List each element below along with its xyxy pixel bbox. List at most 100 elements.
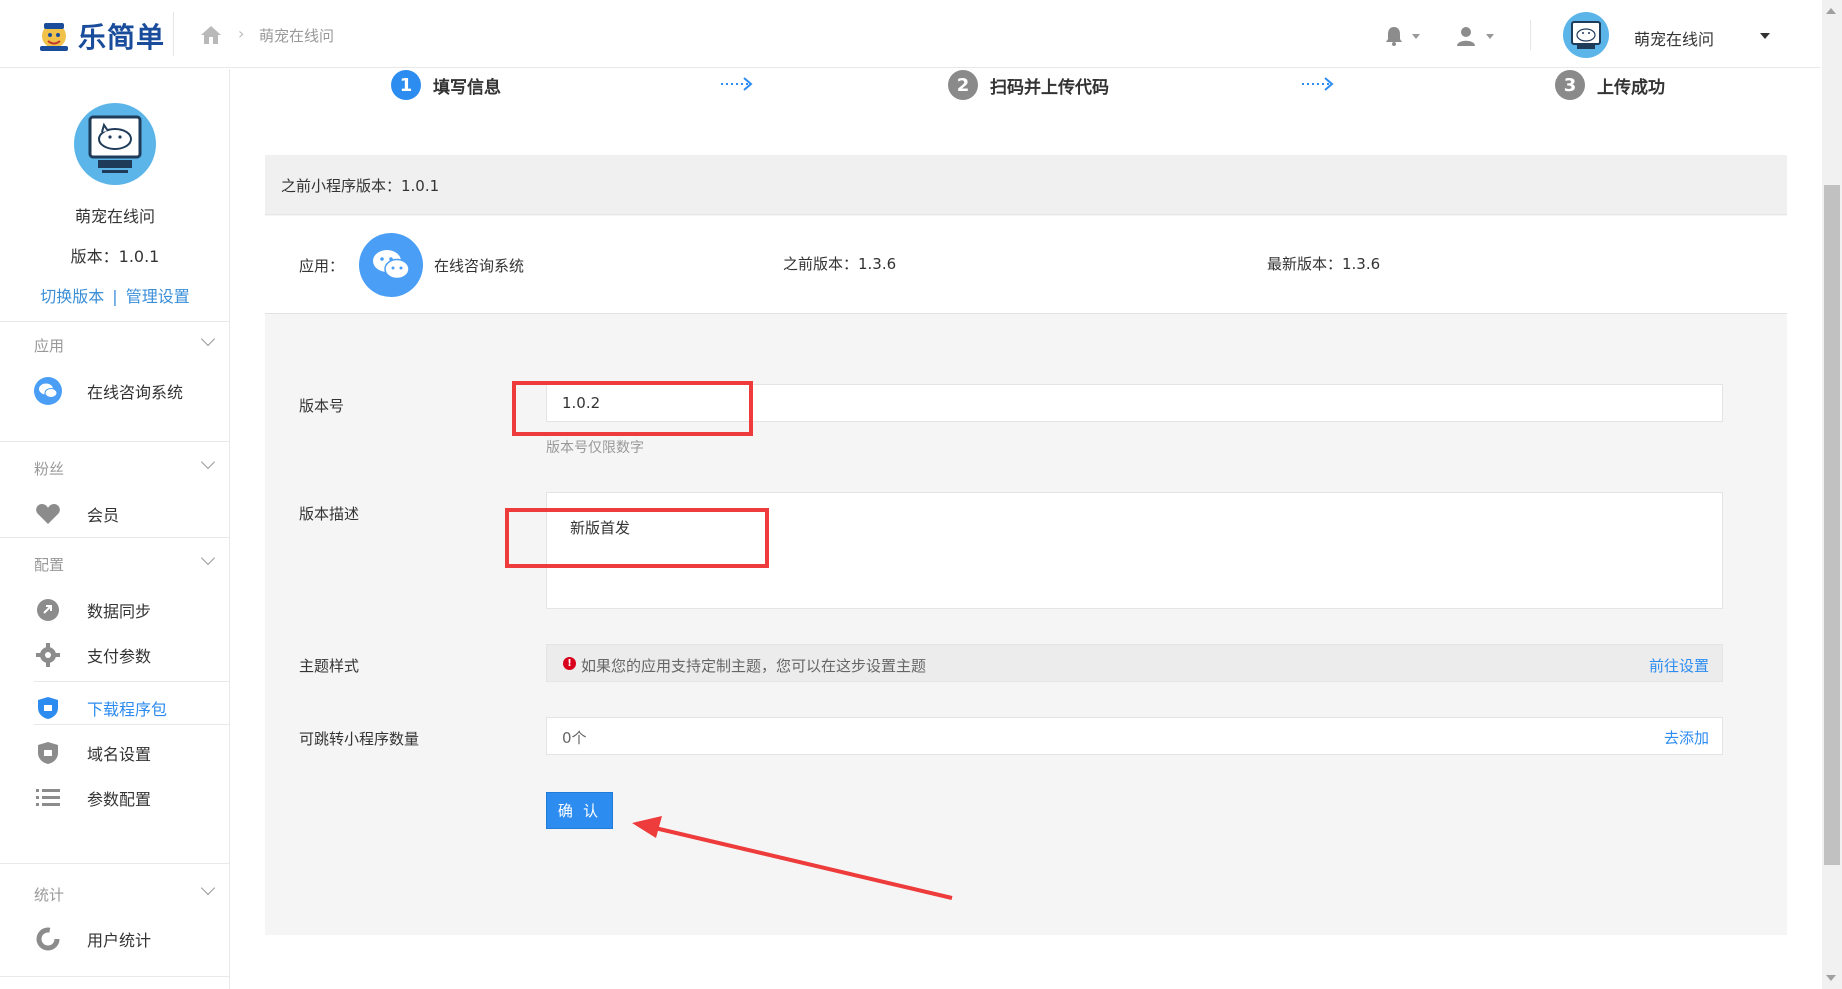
logo-text: 乐简单 bbox=[78, 21, 166, 54]
sidebar-item-user-stats[interactable]: 用户统计 bbox=[0, 917, 230, 961]
sidebar-section-stats: 统计 用户统计 bbox=[0, 863, 230, 989]
chevron-down-icon[interactable] bbox=[200, 454, 216, 470]
app-previous-version: 之前版本：1.3.6 bbox=[783, 255, 897, 273]
sidebar-item-label: 会员 bbox=[87, 506, 120, 525]
app-name: 在线咨询系统 bbox=[434, 257, 525, 275]
avatar bbox=[74, 103, 156, 185]
step-label: 填写信息 bbox=[433, 77, 501, 98]
jump-count-value: 0个 bbox=[562, 729, 587, 747]
sidebar-item-domain-settings[interactable]: 域名设置 bbox=[0, 731, 230, 775]
heart-icon bbox=[34, 500, 62, 528]
link-separator: | bbox=[112, 287, 118, 306]
profile-links: 切换版本 | 管理设置 bbox=[0, 283, 230, 307]
theme-notice: 如果您的应用支持定制主题，您可以在这步设置主题 bbox=[581, 657, 927, 675]
refresh-icon bbox=[34, 925, 62, 953]
step-label: 上传成功 bbox=[1597, 77, 1665, 98]
link-icon bbox=[34, 596, 62, 624]
section-title[interactable]: 应用 bbox=[34, 335, 64, 356]
breadcrumb-current: 萌宠在线问 bbox=[259, 27, 335, 45]
divider bbox=[1530, 20, 1531, 50]
brand-logo[interactable]: 乐简单 bbox=[36, 16, 165, 56]
sidebar-section-fans: 粉丝 会员 bbox=[0, 441, 230, 537]
scroll-down-icon[interactable] bbox=[1826, 975, 1836, 981]
cat-monitor-icon bbox=[1571, 21, 1601, 49]
wechat-icon bbox=[359, 233, 423, 297]
chevron-down-icon[interactable] bbox=[200, 880, 216, 896]
sidebar-item-label: 数据同步 bbox=[87, 602, 152, 621]
sidebar: 萌宠在线问 版本：1.0.1 切换版本 | 管理设置 应用 在线咨询系统 粉丝 会员… bbox=[0, 69, 230, 989]
sidebar-item-label: 在线咨询系统 bbox=[87, 383, 184, 402]
step-number: 2 bbox=[948, 70, 978, 100]
home-icon[interactable] bbox=[199, 24, 223, 46]
cat-monitor-icon bbox=[88, 115, 142, 173]
sidebar-item-members[interactable]: 会员 bbox=[0, 492, 230, 536]
section-title[interactable]: 统计 bbox=[34, 884, 64, 905]
version-hint: 版本号仅限数字 bbox=[546, 440, 644, 456]
version-label: 版本号 bbox=[299, 397, 345, 415]
sidebar-item-data-sync[interactable]: 数据同步 bbox=[0, 588, 230, 632]
step-3: 3 上传成功 bbox=[1555, 70, 1665, 100]
sidebar-item-payment-params[interactable]: 支付参数 bbox=[0, 633, 230, 677]
annotation-highlight-box bbox=[512, 381, 753, 436]
dotted-arrow-right-icon bbox=[721, 77, 753, 91]
divider bbox=[34, 724, 230, 725]
divider bbox=[173, 12, 174, 56]
sidebar-section-config: 配置 数据同步 支付参数 下载程序包 域名设置 参数配置 bbox=[0, 537, 230, 863]
previous-version-bar: 之前小程序版本：1.0.1 bbox=[265, 155, 1787, 215]
step-number: 1 bbox=[391, 70, 421, 100]
logo-mascot-icon bbox=[40, 23, 68, 51]
user-name[interactable]: 萌宠在线问 bbox=[1634, 26, 1714, 50]
confirm-button[interactable]: 确 认 bbox=[546, 792, 613, 829]
sidebar-section-app: 应用 在线咨询系统 bbox=[0, 321, 230, 441]
previous-mini-version: 之前小程序版本：1.0.1 bbox=[281, 177, 440, 195]
shield-icon bbox=[34, 694, 62, 722]
warning-icon: ! bbox=[563, 657, 576, 670]
wechat-icon bbox=[34, 377, 62, 405]
jump-count-field[interactable]: 0个 去添加 bbox=[546, 717, 1723, 755]
avatar[interactable] bbox=[1563, 12, 1609, 58]
top-bar: 乐简单 › 萌宠在线问 萌宠在线问 bbox=[0, 0, 1820, 68]
sidebar-item-label: 参数配置 bbox=[87, 790, 152, 809]
upload-form-panel: 之前小程序版本：1.0.1 应用： 在线咨询系统 之前版本：1.3.6 最新版本… bbox=[265, 155, 1787, 935]
go-settings-link[interactable]: 前往设置 bbox=[1649, 655, 1709, 676]
annotation-highlight-box bbox=[505, 508, 769, 568]
sidebar-item-label: 域名设置 bbox=[87, 745, 152, 764]
step-1: 1 填写信息 bbox=[391, 70, 501, 100]
bell-icon[interactable] bbox=[1384, 25, 1404, 47]
section-title[interactable]: 配置 bbox=[34, 554, 64, 575]
theme-notice-bar: ! 如果您的应用支持定制主题，您可以在这步设置主题 前往设置 bbox=[546, 644, 1723, 682]
sidebar-item-label: 下载程序包 bbox=[87, 700, 168, 719]
switch-version-link[interactable]: 切换版本 bbox=[40, 287, 104, 306]
sidebar-item-label: 用户统计 bbox=[87, 931, 152, 950]
description-label: 版本描述 bbox=[299, 505, 360, 523]
step-label: 扫码并上传代码 bbox=[990, 77, 1109, 98]
app-label: 应用： bbox=[299, 257, 345, 275]
dotted-arrow-right-icon bbox=[1302, 77, 1334, 91]
chevron-down-icon[interactable] bbox=[200, 550, 216, 566]
chevron-down-icon[interactable] bbox=[200, 331, 216, 347]
scrollbar-thumb[interactable] bbox=[1824, 185, 1840, 865]
chevron-down-icon[interactable] bbox=[1412, 34, 1420, 39]
divider bbox=[0, 976, 230, 977]
jump-count-label: 可跳转小程序数量 bbox=[299, 730, 420, 748]
step-2: 2 扫码并上传代码 bbox=[948, 70, 1109, 100]
divider bbox=[34, 681, 230, 682]
theme-label: 主题样式 bbox=[299, 657, 360, 675]
list-icon bbox=[34, 784, 62, 812]
section-title[interactable]: 粉丝 bbox=[34, 458, 64, 479]
user-menu-chevron-icon[interactable] bbox=[1760, 33, 1770, 39]
manage-settings-link[interactable]: 管理设置 bbox=[126, 287, 190, 306]
breadcrumb-separator-icon: › bbox=[238, 24, 245, 43]
step-number: 3 bbox=[1555, 70, 1585, 100]
sidebar-item-online-consult[interactable]: 在线咨询系统 bbox=[0, 369, 230, 413]
user-icon[interactable] bbox=[1456, 25, 1476, 47]
profile-version: 版本：1.0.1 bbox=[70, 247, 160, 266]
scroll-up-icon[interactable] bbox=[1826, 8, 1836, 14]
add-link[interactable]: 去添加 bbox=[1664, 727, 1709, 748]
sidebar-item-param-config[interactable]: 参数配置 bbox=[0, 776, 230, 820]
sidebar-item-label: 支付参数 bbox=[87, 647, 152, 666]
profile-name: 萌宠在线问 bbox=[74, 207, 155, 226]
app-latest-version: 最新版本：1.3.6 bbox=[1267, 255, 1381, 273]
chevron-down-icon[interactable] bbox=[1486, 34, 1494, 39]
app-info-row: 应用： 在线咨询系统 之前版本：1.3.6 最新版本：1.3.6 bbox=[265, 216, 1787, 314]
